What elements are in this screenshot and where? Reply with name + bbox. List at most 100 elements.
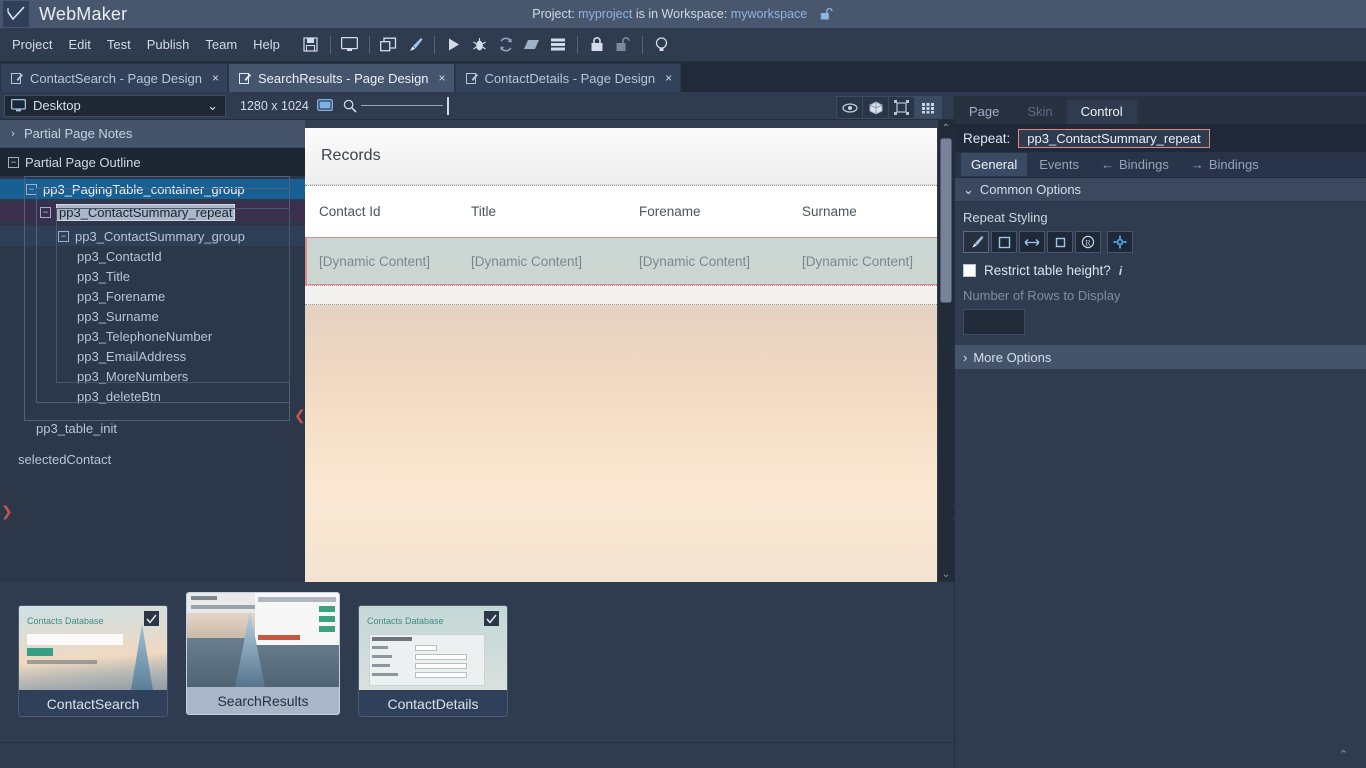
toolbar-separator [577, 36, 578, 54]
menu-test[interactable]: Test [99, 34, 139, 55]
unlock-icon[interactable] [821, 8, 834, 20]
collapse-toggle-icon[interactable]: − [8, 157, 19, 168]
project-name: myproject [578, 7, 632, 21]
refresh-button[interactable] [493, 33, 519, 57]
subtab-events[interactable]: Events [1029, 153, 1089, 176]
repeat-name-value[interactable]: pp3_ContactSummary_repeat [1018, 129, 1209, 148]
page-preview[interactable]: Records Contact Id Title Forename Surnam… [305, 128, 937, 582]
menu-publish[interactable]: Publish [139, 34, 198, 55]
menu-project[interactable]: Project [4, 34, 60, 55]
subtab-general[interactable]: General [961, 153, 1027, 176]
scroll-down-arrow[interactable]: ⌄ [938, 566, 954, 582]
zoom-slider-handle[interactable] [447, 97, 449, 115]
column-header-title: Title [471, 204, 639, 219]
tab-contactsearch[interactable]: ContactSearch - Page Design × [0, 63, 228, 92]
tree-node-label: selectedContact [18, 452, 111, 467]
info-icon[interactable]: i [1119, 264, 1122, 278]
control-subtab-bar: General Events ← Bindings → Bindings [955, 152, 1366, 178]
unlock-open-icon [616, 37, 630, 52]
menu-team[interactable]: Team [197, 34, 245, 55]
run-icon [446, 37, 461, 52]
tab-close-icon[interactable]: × [665, 71, 672, 85]
common-options-header[interactable]: ⌄ Common Options [955, 178, 1366, 202]
layout-frame-button[interactable] [889, 97, 915, 118]
subtab-outbound-bindings[interactable]: → Bindings [1181, 153, 1269, 176]
properties-tab-bar: Page Skin Control [955, 96, 1366, 124]
subtab-inbound-bindings[interactable]: ← Bindings [1091, 153, 1179, 176]
cell-surname[interactable]: [Dynamic Content] [802, 254, 937, 269]
style-border-button[interactable] [991, 231, 1017, 253]
column-header-contact-id: Contact Id [305, 204, 471, 219]
zoom-slider-track[interactable] [361, 105, 443, 106]
cell-forename[interactable]: [Dynamic Content] [639, 254, 802, 269]
cube-3d-button[interactable] [863, 97, 889, 118]
thumb-page-title: Contacts Database [367, 616, 444, 626]
rows-to-display-input[interactable] [963, 309, 1025, 335]
save-button[interactable] [298, 33, 324, 57]
tab-searchresults[interactable]: SearchResults - Page Design × [228, 63, 455, 92]
page-thumb-contactdetails[interactable]: Contacts Database ContactDetails [358, 605, 508, 717]
tree-node-selectedcontact[interactable]: selectedContact [0, 449, 305, 469]
rotate-orientation-icon[interactable] [317, 99, 333, 113]
zoom-slider[interactable] [343, 97, 449, 115]
thumb-select-checkbox[interactable] [144, 611, 159, 626]
unlock-button[interactable] [610, 33, 636, 57]
preview-desktop-button[interactable] [337, 33, 363, 57]
partial-page-outline-header[interactable]: − Partial Page Outline [0, 148, 305, 176]
style-brush-button[interactable] [963, 231, 989, 253]
eraser-button[interactable] [519, 33, 545, 57]
tab-control[interactable]: Control [1067, 100, 1137, 124]
scroll-up-arrow[interactable]: ⌃ [938, 120, 954, 136]
windows-button[interactable] [376, 33, 402, 57]
svg-text:R: R [1085, 238, 1091, 247]
square-outline-icon [998, 236, 1011, 249]
paintbrush-button[interactable] [402, 33, 428, 57]
lock-button[interactable] [584, 33, 610, 57]
group-frame-inner [56, 208, 290, 383]
grid-toggle-button[interactable] [915, 97, 941, 118]
more-options-header[interactable]: › More Options [955, 345, 1366, 369]
repeat-row-selected[interactable]: [Dynamic Content] [Dynamic Content] [Dyn… [305, 237, 937, 285]
run-button[interactable] [441, 33, 467, 57]
cell-title[interactable]: [Dynamic Content] [471, 254, 639, 269]
webmaker-app-window: WebMaker Project: myproject is in Worksp… [0, 0, 1366, 768]
eraser-icon [523, 37, 540, 52]
tree-node-pp3-table-init[interactable]: pp3_table_init [0, 418, 305, 438]
thumb-action-button [319, 616, 335, 622]
page-design-icon [239, 72, 252, 85]
tab-close-icon[interactable]: × [439, 71, 446, 85]
thumb-select-checkbox[interactable] [484, 611, 499, 626]
style-settings-button[interactable] [1107, 231, 1133, 253]
hints-button[interactable] [649, 33, 675, 57]
thumb-action-button [319, 606, 335, 612]
style-width-button[interactable] [1019, 231, 1045, 253]
thumb-field-label [372, 673, 398, 676]
menu-edit[interactable]: Edit [60, 34, 98, 55]
records-title: Records [321, 147, 381, 165]
restrict-table-height-row[interactable]: Restrict table height? i [963, 263, 1358, 278]
preview-eye-button[interactable] [837, 97, 863, 118]
page-thumb-searchresults[interactable]: SearchResults [186, 592, 340, 715]
design-canvas[interactable]: Records Contact Id Title Forename Surnam… [305, 120, 954, 582]
database-button[interactable] [545, 33, 571, 57]
style-responsive-button[interactable]: R [1075, 231, 1101, 253]
pages-strip: Contacts Database ContactSearch [0, 582, 954, 742]
column-header-forename: Forename [639, 204, 802, 219]
partial-page-notes-header[interactable]: › Partial Page Notes [0, 120, 305, 148]
tab-contactdetails[interactable]: ContactDetails - Page Design × [455, 63, 682, 92]
device-selector[interactable]: Desktop ⌄ [4, 95, 226, 117]
properties-panel: Page Skin Control Repeat: pp3_ContactSum… [954, 96, 1366, 768]
debug-button[interactable] [467, 33, 493, 57]
scrollbar-thumb[interactable] [940, 138, 952, 303]
cell-contact-id[interactable]: [Dynamic Content] [305, 254, 471, 269]
tab-close-icon[interactable]: × [212, 71, 219, 85]
menu-help[interactable]: Help [245, 34, 288, 55]
style-padding-button[interactable] [1047, 231, 1073, 253]
tab-page[interactable]: Page [955, 100, 1013, 124]
left-edge-collapse-handle[interactable]: ❯ [1, 504, 13, 518]
common-options-label: Common Options [980, 182, 1081, 197]
panel-expand-handle[interactable]: ⌃ [1339, 748, 1348, 761]
outline-collapse-handle[interactable]: ❮ [294, 408, 306, 422]
page-thumb-contactsearch[interactable]: Contacts Database ContactSearch [18, 605, 168, 717]
restrict-table-height-checkbox[interactable] [963, 264, 976, 277]
